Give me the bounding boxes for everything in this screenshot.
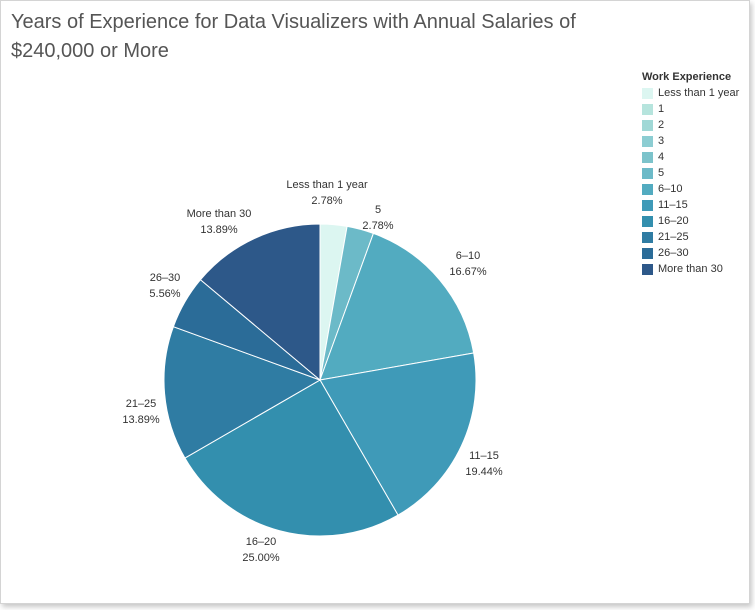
slice-category-label: 11–15 bbox=[469, 450, 499, 462]
slice-category-label: More than 30 bbox=[187, 208, 252, 220]
slice-category-label: Less than 1 year bbox=[286, 179, 368, 191]
slice-category-label: 16–20 bbox=[246, 536, 277, 548]
slice-percent-label: 16.67% bbox=[449, 266, 487, 278]
slice-percent-label: 2.78% bbox=[311, 195, 342, 207]
slice-category-label: 21–25 bbox=[126, 398, 157, 410]
pie-slices bbox=[163, 223, 477, 537]
slice-percent-label: 19.44% bbox=[465, 466, 503, 478]
slice-percent-label: 5.56% bbox=[149, 288, 180, 300]
pie-chart: Less than 1 year 2.78% 5 2.78% 6–10 16.67% 11–… bbox=[122, 179, 503, 564]
slice-percent-label: 13.89% bbox=[122, 414, 160, 426]
slice-percent-label: 25.00% bbox=[242, 552, 280, 564]
slice-percent-label: 13.89% bbox=[200, 224, 238, 236]
slice-category-label: 5 bbox=[375, 204, 381, 216]
slice-category-label: 26–30 bbox=[150, 272, 181, 284]
chart-frame: Years of Experience for Data Visualizers… bbox=[0, 0, 750, 604]
slice-category-label: 6–10 bbox=[456, 250, 480, 262]
slice-percent-label: 2.78% bbox=[362, 220, 393, 232]
